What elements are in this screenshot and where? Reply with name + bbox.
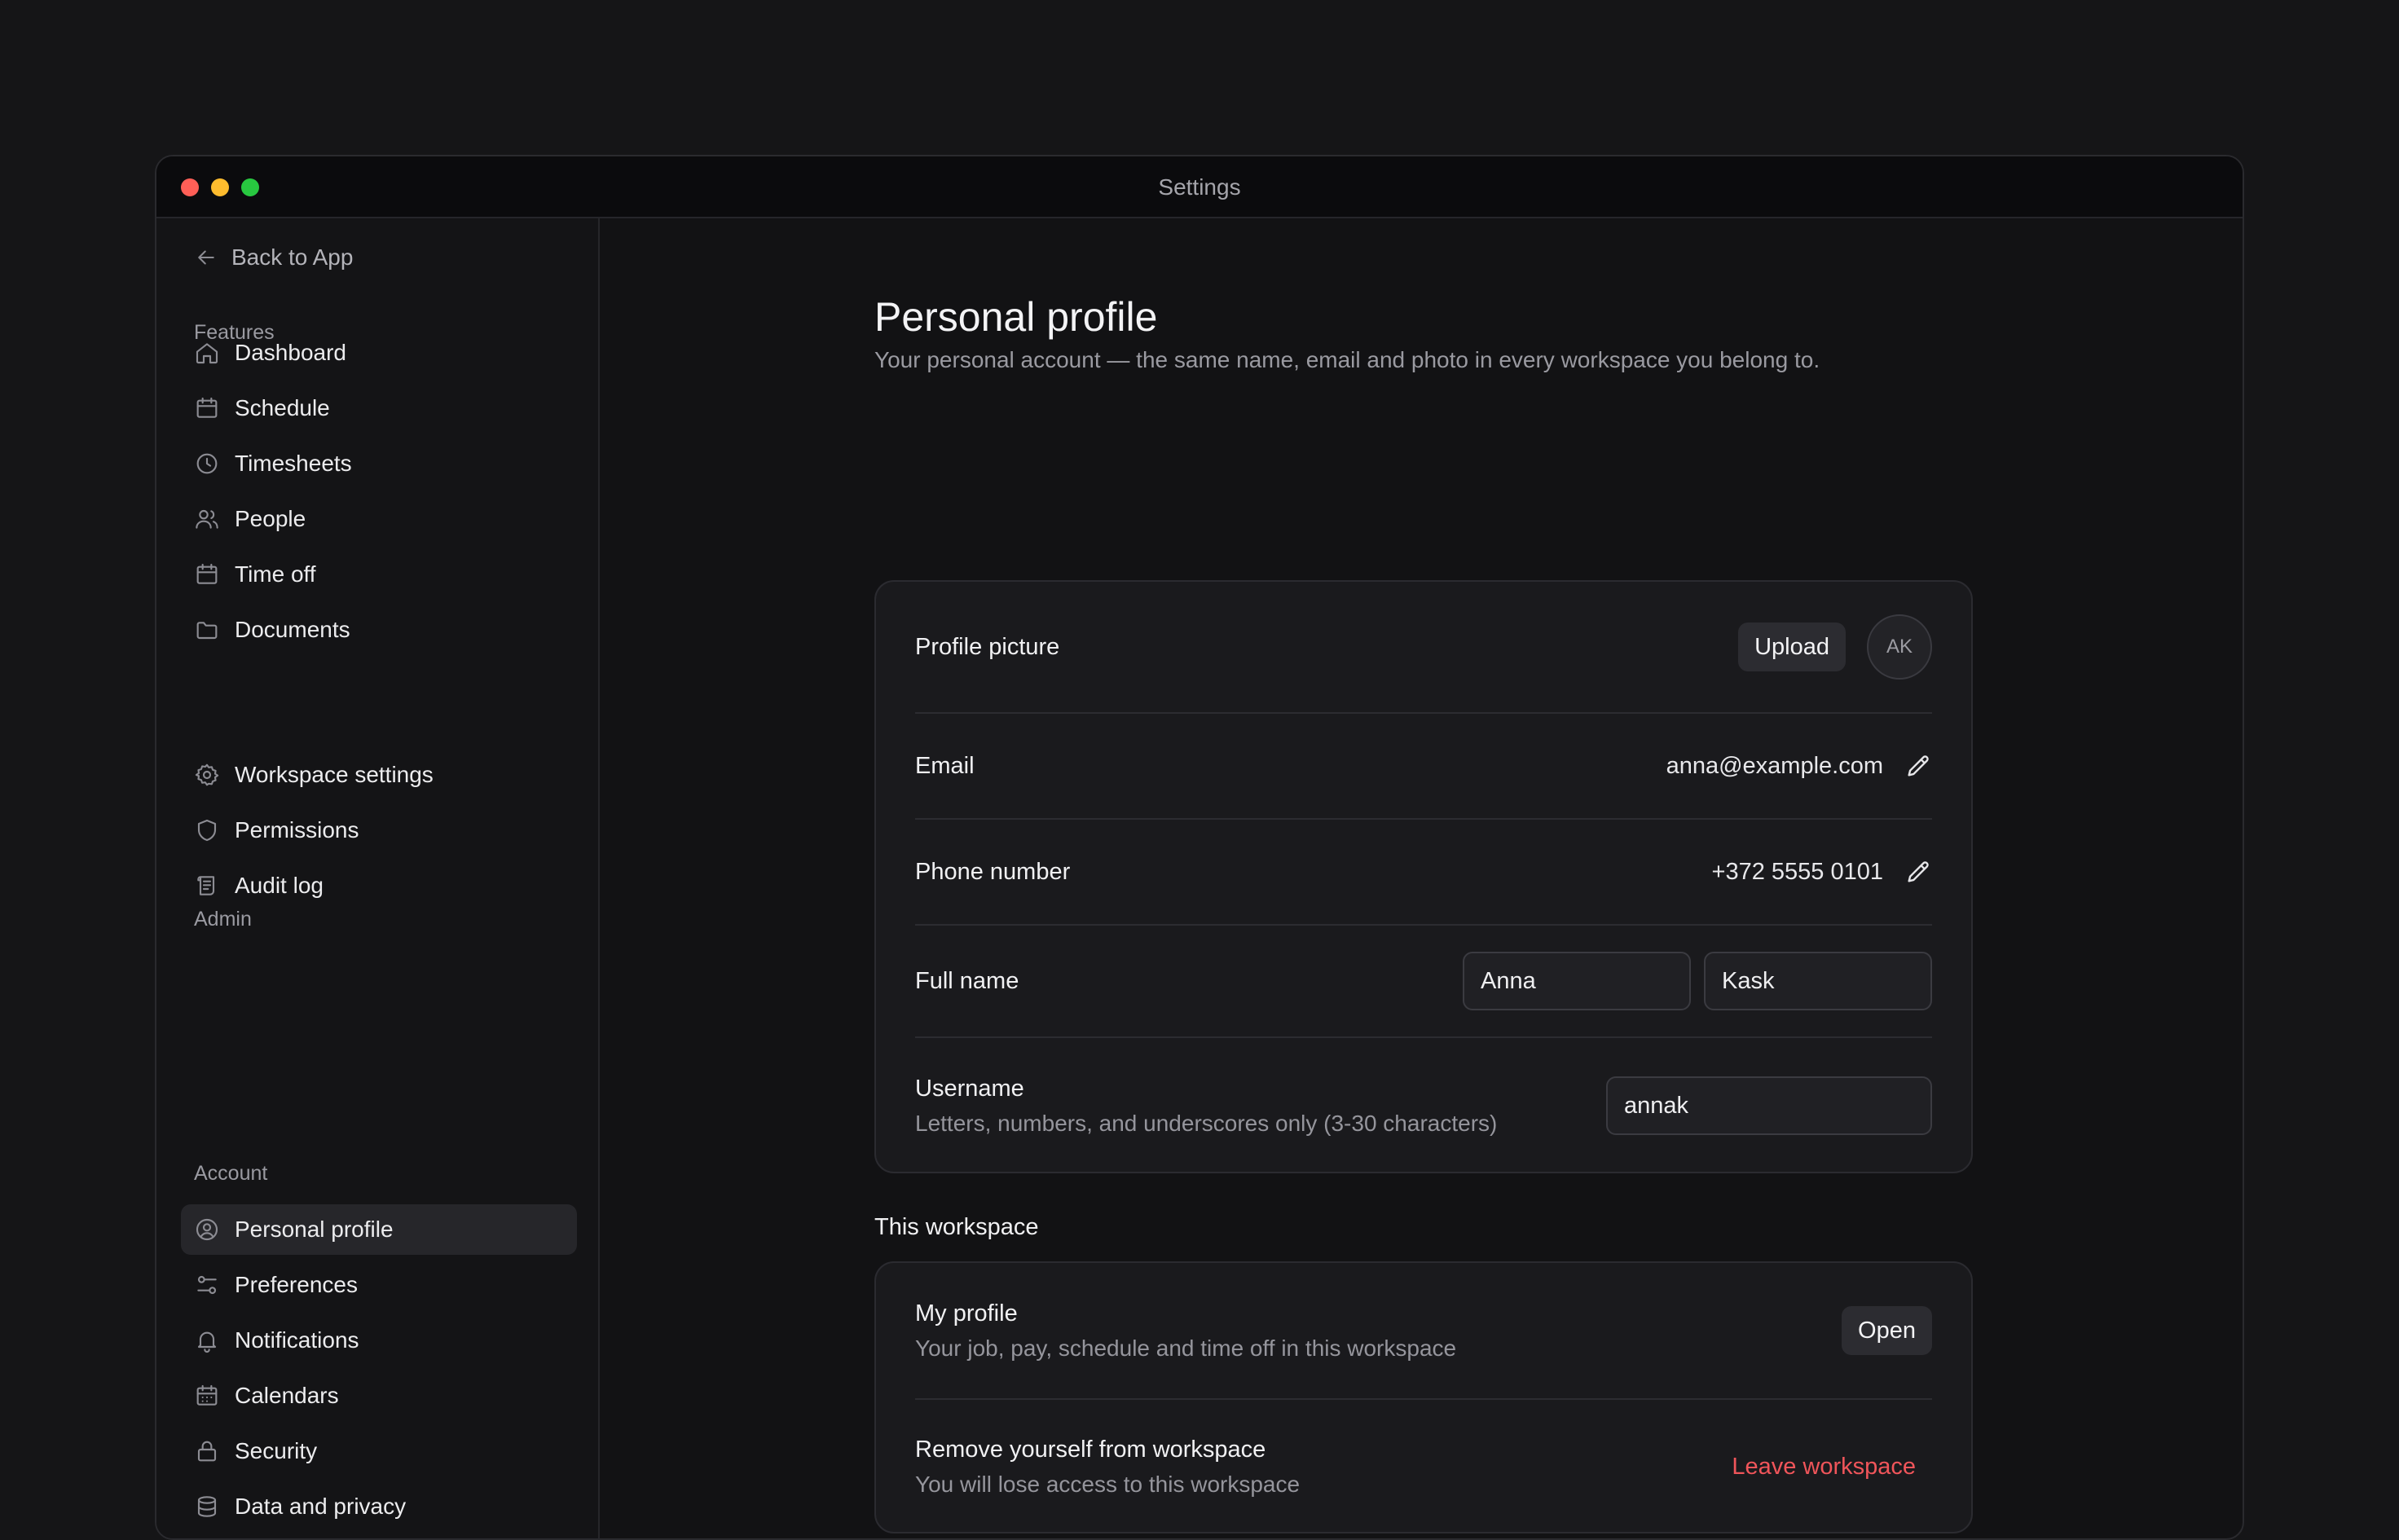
sidebar-item-label: Preferences [235,1272,358,1297]
sidebar-item-label: Personal profile [235,1217,394,1242]
email-value: anna@example.com [1666,752,1883,779]
sidebar-item-label: Documents [235,617,350,642]
last-name-input[interactable]: Kask [1704,952,1932,1010]
sliders-icon [197,1275,217,1295]
phone-row: Phone number +372 5555 0101 [915,818,1932,924]
shield-icon [197,819,217,842]
back-to-app-link[interactable]: Back to App [194,244,353,271]
profile-picture-label: Profile picture [915,633,1060,660]
sidebar-item-people[interactable]: People [181,494,577,544]
users-icon [196,509,218,529]
sidebar-item-label: Data and privacy [235,1494,407,1519]
lock-icon [197,1441,217,1462]
scroll-icon [197,876,215,895]
profile-card: Profile picture Upload AK Email anna@exa… [874,580,1973,1173]
username-row: Username Letters, numbers, and underscor… [915,1036,1932,1173]
sidebar-item-audit-log[interactable]: Audit log [181,860,577,911]
first-name-input[interactable]: Anna [1463,952,1691,1010]
my-profile-row: My profile Your job, pay, schedule and t… [915,1263,1932,1398]
sidebar-item-label: Calendars [235,1383,339,1408]
sidebar-item-label: Timesheets [235,451,352,476]
clock-icon [196,453,218,474]
remove-from-workspace-label: Remove yourself from workspace [915,1436,1266,1463]
home-icon [196,343,218,364]
open-button[interactable]: Open [1842,1306,1932,1355]
settings-window: Settings Back to App Features Dashboard … [155,155,2244,1540]
bell-icon [197,1331,217,1353]
title-bar: Settings [156,156,2243,218]
section-label-account: Account [194,1162,268,1185]
database-icon [197,1496,217,1517]
sidebar-item-label: Security [235,1438,318,1463]
full-name-label: Full name [915,967,1019,994]
sidebar-item-label: Dashboard [235,340,346,365]
sidebar-item-label: Permissions [235,817,359,843]
sidebar-item-label: Schedule [235,395,330,420]
remove-from-workspace-row: Remove yourself from workspace You will … [915,1398,1932,1533]
pencil-icon [1908,861,1929,882]
edit-phone-button[interactable] [1904,858,1932,886]
main-content: Personal profile Your personal account —… [600,218,2243,1538]
sidebar-item-time-off[interactable]: Time off [181,549,577,600]
my-profile-hint: Your job, pay, schedule and time off in … [915,1335,1457,1361]
edit-email-button[interactable] [1904,752,1932,780]
profile-picture-row: Profile picture Upload AK [915,582,1932,712]
full-name-row: Full name Anna Kask [915,924,1932,1036]
user-circle-icon [196,1218,218,1241]
gear-icon [195,763,219,786]
window-title: Settings [1158,174,1241,200]
leave-workspace-button[interactable]: Leave workspace [1732,1454,1932,1481]
username-hint: Letters, numbers, and underscores only (… [915,1110,1498,1136]
sidebar: Back to App Features Dashboard Schedule … [156,218,600,1538]
arrow-left-icon [198,250,214,265]
sidebar-item-permissions[interactable]: Permissions [181,805,577,856]
back-to-app-label: Back to App [231,244,354,270]
sidebar-item-workspace-settings[interactable]: Workspace settings [181,750,577,800]
sidebar-item-notifications[interactable]: Notifications [181,1315,577,1366]
workspace-section-title: This workspace [874,1214,1039,1240]
sidebar-item-label: Time off [235,561,316,587]
sidebar-item-label: Workspace settings [235,762,434,787]
page-title: Personal profile [874,294,1158,340]
sidebar-item-personal-profile[interactable]: Personal profile [181,1204,577,1255]
calendar-grid-icon [196,1384,218,1406]
folder-icon [196,622,218,640]
calendar-icon [196,563,218,584]
my-profile-label: My profile [915,1300,1018,1327]
sidebar-item-security[interactable]: Security [181,1426,577,1476]
sidebar-item-label: People [235,506,306,531]
calendar-icon [196,397,218,418]
username-label: Username [915,1075,1024,1102]
username-input[interactable]: annak [1606,1076,1932,1135]
sidebar-item-documents[interactable]: Documents [181,605,577,655]
sidebar-item-data-and-privacy[interactable]: Data and privacy [181,1481,577,1532]
phone-label: Phone number [915,858,1071,885]
sidebar-item-schedule[interactable]: Schedule [181,383,577,433]
sidebar-item-preferences[interactable]: Preferences [181,1260,577,1310]
sidebar-item-label: Audit log [235,873,324,898]
pencil-icon [1908,755,1929,777]
page-subtitle: Your personal account — the same name, e… [874,347,1820,372]
sidebar-item-calendars[interactable]: Calendars [181,1371,577,1421]
sidebar-item-timesheets[interactable]: Timesheets [181,438,577,489]
sidebar-item-dashboard[interactable]: Dashboard [181,328,577,378]
section-label-admin: Admin [194,908,252,931]
sidebar-item-label: Notifications [235,1327,359,1353]
workspace-card: My profile Your job, pay, schedule and t… [874,1261,1973,1533]
email-label: Email [915,752,975,779]
phone-value: +372 5555 0101 [1711,858,1883,885]
remove-from-workspace-hint: You will lose access to this workspace [915,1471,1301,1497]
avatar[interactable]: AK [1867,614,1932,680]
upload-button[interactable]: Upload [1738,623,1846,671]
email-row: Email anna@example.com [915,712,1932,818]
